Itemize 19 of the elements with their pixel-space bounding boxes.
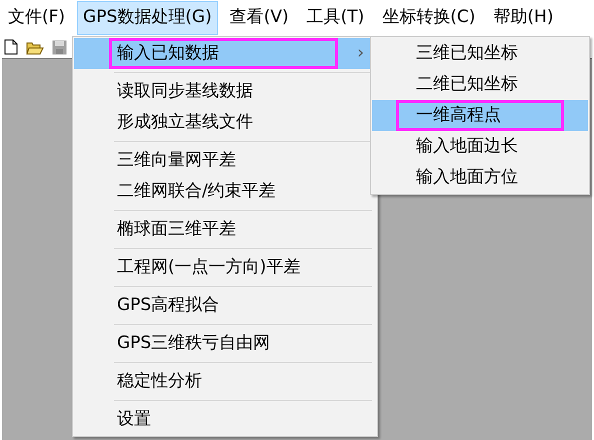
menu-item[interactable]: 稳定性分析 [74, 359, 376, 397]
folder-icon[interactable] [26, 40, 44, 54]
menu-item[interactable]: 帮助(H) [487, 1, 560, 35]
menu-item[interactable]: 坐标转换(C) [376, 1, 482, 35]
menu-item[interactable]: 工具(T) [300, 1, 370, 35]
new-file-icon[interactable] [4, 39, 18, 55]
menu-item[interactable]: 二维已知坐标 [372, 69, 588, 100]
menu-item[interactable]: 设置 [74, 397, 376, 435]
menu-item[interactable]: GPS数据处理(G) [77, 1, 218, 35]
menu-item[interactable]: 输入地面边长 [372, 131, 588, 162]
menu-item[interactable]: 一维高程点 [372, 100, 588, 131]
submenu-arrow-icon: › [357, 40, 364, 66]
menu-item[interactable]: GPS高程拟合 [74, 283, 376, 321]
menu-item[interactable]: GPS三维秩亏自由网 [74, 321, 376, 359]
menu-item[interactable]: 输入地面方位 [372, 162, 588, 193]
menu-item[interactable]: 椭球面三维平差 [74, 207, 376, 245]
menu-item[interactable]: 文件(F) [2, 1, 72, 35]
menu-item[interactable]: 工程网(一点一方向)平差 [74, 245, 376, 283]
menu-item[interactable]: 查看(V) [224, 1, 295, 35]
